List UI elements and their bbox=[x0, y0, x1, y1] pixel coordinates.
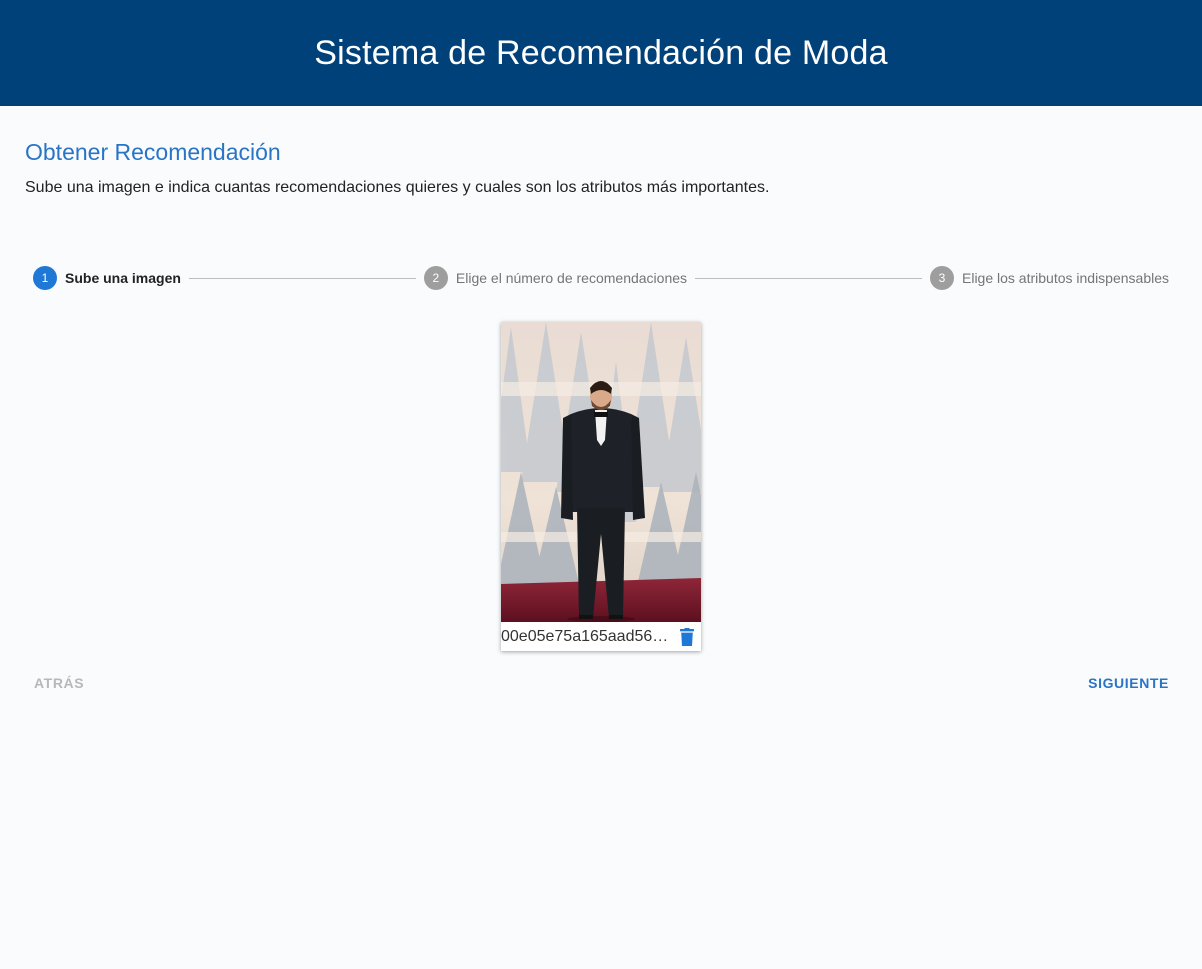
image-filename: 00e05e75a165aad56e… bbox=[501, 627, 676, 645]
uploaded-image-card: 00e05e75a165aad56e… bbox=[501, 322, 701, 651]
trash-icon[interactable] bbox=[677, 627, 697, 647]
step-choose-attributes[interactable]: 3 Elige los atributos indispensables bbox=[930, 266, 1169, 290]
step-connector bbox=[695, 277, 922, 279]
page-title: Obtener Recomendación bbox=[25, 139, 281, 165]
app-title: Sistema de Recomendación de Moda bbox=[314, 33, 888, 72]
stepper: 1 Sube una imagen 2 Elige el número de r… bbox=[33, 266, 1169, 290]
page-description: Sube una imagen e indica cuantas recomen… bbox=[25, 179, 770, 196]
step-number: 3 bbox=[930, 266, 954, 290]
step-choose-count[interactable]: 2 Elige el número de recomendaciones bbox=[423, 266, 688, 290]
uploaded-image-preview bbox=[501, 322, 701, 622]
step-label: Elige los atributos indispensables bbox=[962, 270, 1170, 286]
step-connector bbox=[188, 277, 416, 279]
step-label: Elige el número de recomendaciones bbox=[455, 270, 688, 286]
app-header: Sistema de Recomendación de Moda bbox=[0, 0, 1202, 106]
next-button[interactable]: SIGUIENTE bbox=[1088, 675, 1169, 691]
step-number: 1 bbox=[33, 266, 57, 290]
step-number: 2 bbox=[423, 266, 448, 290]
image-footer: 00e05e75a165aad56e… bbox=[501, 622, 701, 651]
step-label: Sube una imagen bbox=[65, 270, 181, 286]
step-upload-image[interactable]: 1 Sube una imagen bbox=[33, 266, 181, 290]
back-button[interactable]: ATRÁS bbox=[34, 675, 84, 691]
